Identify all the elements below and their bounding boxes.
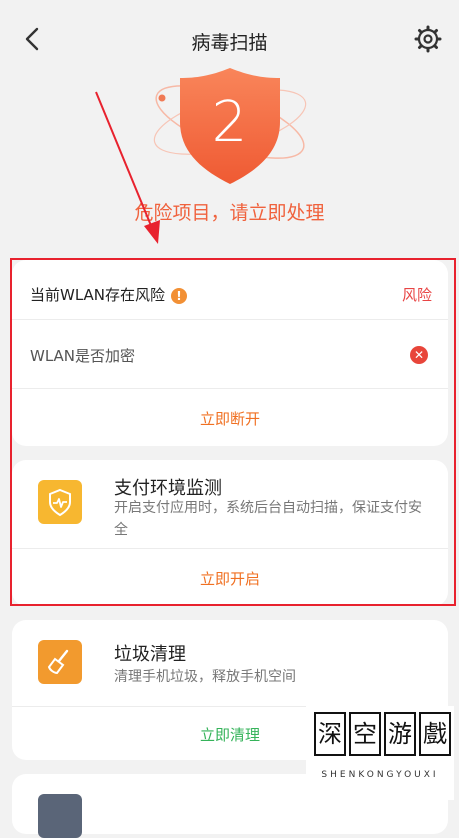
gear-icon[interactable] [413,24,443,54]
watermark-subtitle: SHENKONGYOUXI [321,770,439,780]
broom-icon [38,640,82,684]
cleanup-card-description: 清理手机垃圾，释放手机空间 [114,669,296,685]
watermark-char: 深 [314,712,346,756]
watermark-char: 空 [349,712,381,756]
app-icon [38,794,82,838]
highlight-box [10,258,456,606]
threat-message: 危险项目，请立即处理 [134,202,325,224]
threat-summary: 2 危险项目，请立即处理 [0,60,459,230]
watermark-logo: 深 空 游 戲 SHENKONGYOUXI [306,706,454,800]
watermark-char: 游 [384,712,416,756]
page-title: 病毒扫描 [191,32,268,54]
threat-count: 2 [211,90,248,155]
cleanup-card-title: 垃圾清理 [114,644,186,665]
watermark-char: 戲 [419,712,451,756]
